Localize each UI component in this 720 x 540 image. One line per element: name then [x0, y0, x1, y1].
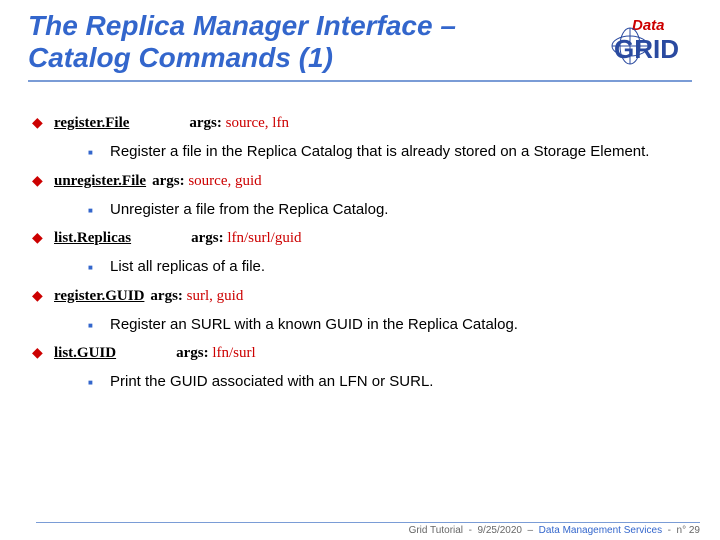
- diamond-bullet-icon: ◆: [32, 114, 54, 131]
- command-head: ◆register.File args: source, lfn: [32, 114, 688, 132]
- command-desc-row: ■Register a file in the Replica Catalog …: [88, 142, 688, 162]
- command-args: args: source, lfn: [189, 114, 289, 132]
- footer-date: 9/25/2020: [477, 525, 522, 536]
- diamond-bullet-icon: ◆: [32, 287, 54, 304]
- title-line-1: The Replica Manager Interface –: [28, 10, 456, 41]
- square-bullet-icon: ■: [88, 142, 110, 157]
- command-desc-row: ■Unregister a file from the Replica Cata…: [88, 200, 688, 220]
- logo-top-text: Data: [632, 17, 665, 34]
- command-name: list.GUID: [54, 345, 116, 362]
- square-bullet-icon: ■: [88, 200, 110, 215]
- square-bullet-icon: ■: [88, 372, 110, 387]
- command-item: ◆list.Replicas args: lfn/surl/guid ■List a…: [32, 229, 688, 277]
- args-value: lfn/surl: [212, 345, 255, 361]
- command-desc: Register an SURL with a known GUID in th…: [110, 315, 688, 335]
- command-item: ◆list.GUID args: lfn/surl ■Print the GUID …: [32, 344, 688, 392]
- command-head: ◆list.Replicas args: lfn/surl/guid: [32, 229, 688, 247]
- command-desc-row: ■Print the GUID associated with an LFN o…: [88, 372, 688, 392]
- command-args: args: surl, guid: [150, 287, 243, 305]
- command-name: register.File: [54, 115, 129, 132]
- command-head: ◆register.GUID args: surl, guid: [32, 287, 688, 305]
- footer-page: n° 29: [677, 525, 700, 536]
- args-label: args:: [176, 345, 212, 361]
- square-bullet-icon: ■: [88, 257, 110, 272]
- footer-service: Data Management Services: [539, 525, 662, 536]
- title-line-2: Catalog Commands (1): [28, 42, 333, 73]
- command-desc: Print the GUID associated with an LFN or…: [110, 372, 688, 392]
- square-bullet-icon: ■: [88, 315, 110, 330]
- args-label: args:: [150, 288, 186, 304]
- command-item: ◆unregister.File args: source, guid ■Unreg…: [32, 172, 688, 220]
- args-label: args:: [191, 230, 227, 246]
- command-item: ◆register.File args: source, lfn ■Register…: [32, 114, 688, 162]
- args-value: surl, guid: [187, 288, 244, 304]
- command-desc: List all replicas of a file.: [110, 257, 688, 277]
- command-head: ◆list.GUID args: lfn/surl: [32, 344, 688, 362]
- command-desc: Unregister a file from the Replica Catal…: [110, 200, 688, 220]
- footer-left: Grid Tutorial: [409, 525, 463, 536]
- command-args: args: lfn/surl: [176, 344, 256, 362]
- command-item: ◆register.GUID args: surl, guid ■Register …: [32, 287, 688, 335]
- command-name: list.Replicas: [54, 230, 131, 247]
- slide-content: ◆register.Fileargs: source, lfn■Register…: [28, 82, 692, 392]
- command-args: args: source, guid: [152, 172, 262, 190]
- command-name: unregister.File: [54, 173, 146, 190]
- command-desc: Register a file in the Replica Catalog t…: [110, 142, 688, 162]
- command-desc-row: ■List all replicas of a file.: [88, 257, 688, 277]
- diamond-bullet-icon: ◆: [32, 229, 54, 246]
- args-label: args:: [189, 115, 225, 131]
- command-desc-row: ■Register an SURL with a known GUID in t…: [88, 315, 688, 335]
- args-value: source, lfn: [226, 115, 289, 131]
- diamond-bullet-icon: ◆: [32, 344, 54, 361]
- datagrid-logo: Data GRID: [608, 14, 700, 70]
- diamond-bullet-icon: ◆: [32, 172, 54, 189]
- args-label: args:: [152, 173, 188, 189]
- args-value: lfn/surl/guid: [227, 230, 301, 246]
- slide-title: The Replica Manager Interface – Catalog …: [28, 10, 692, 74]
- slide-footer: Grid Tutorial - 9/25/2020 – Data Managem…: [36, 522, 700, 536]
- command-name: register.GUID: [54, 288, 144, 305]
- command-args: args: lfn/surl/guid: [191, 229, 301, 247]
- command-head: ◆unregister.File args: source, guid: [32, 172, 688, 190]
- args-value: source, guid: [188, 173, 261, 189]
